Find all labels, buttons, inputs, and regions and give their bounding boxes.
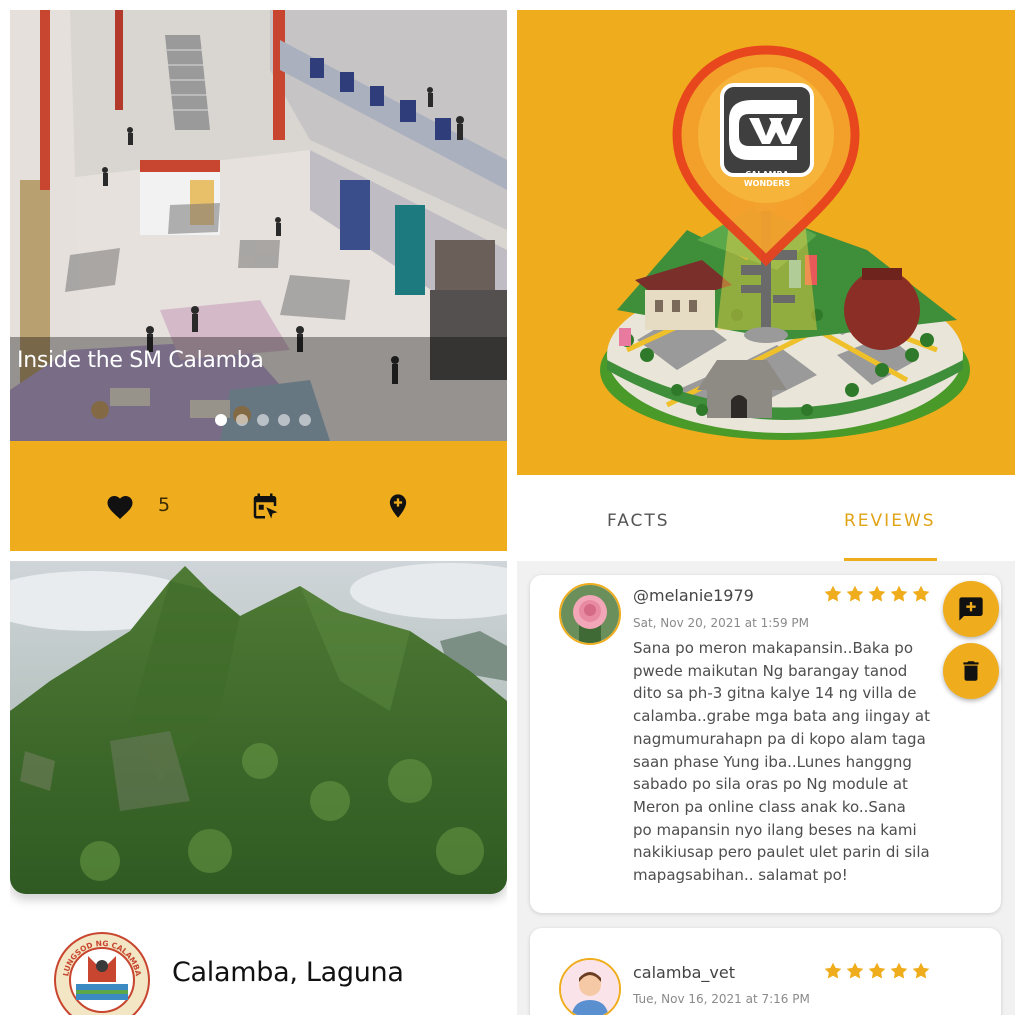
place-name: Calamba, Laguna	[172, 957, 404, 988]
carousel-caption: Inside the SM Calamba	[17, 348, 264, 373]
review-text-line: nagmumurahapn pa di kopo alam taga	[633, 729, 926, 748]
tab-reviews[interactable]: REVIEWS	[844, 511, 936, 531]
carousel-dot[interactable]	[299, 414, 311, 426]
carousel-dot[interactable]	[257, 414, 269, 426]
star-icon	[890, 962, 908, 979]
star-rating	[823, 584, 931, 604]
calamba-wonders-map-illustration: CALAMBA WONDERS	[600, 45, 970, 440]
review-text-line: dito sa ph-3 gitna kalye 14 ng villa de	[633, 684, 917, 703]
mountain-photo[interactable]	[10, 561, 507, 894]
carousel-indicator	[215, 414, 311, 426]
review-text-line: sabado po sila oras po Ng module at	[633, 775, 908, 794]
logo-text-bottom: WONDERS	[744, 179, 791, 188]
carousel-dot[interactable]	[215, 414, 227, 426]
review-card: @melanie1979 Sat, Nov 20, 2021 at 1:59 P…	[530, 575, 1001, 913]
review-text-line: nakikiusap pero paulet ulet parin di sil…	[633, 843, 930, 862]
star-icon	[868, 962, 886, 979]
star-icon	[846, 585, 864, 602]
review-text-line: saan phase Yung iba..Lunes hanggng	[633, 752, 912, 771]
trash-icon	[963, 661, 979, 681]
add-location-icon[interactable]	[384, 491, 412, 521]
star-rating	[823, 961, 931, 981]
star-icon	[824, 585, 842, 602]
star-icon	[912, 962, 930, 979]
like-count: 5	[158, 494, 171, 516]
tab-facts[interactable]: FACTS	[607, 511, 670, 531]
reviewer-username: calamba_vet	[633, 963, 735, 982]
add-comment-icon	[959, 597, 983, 621]
tab-bar: FACTS REVIEWS	[517, 475, 1015, 561]
star-icon	[912, 585, 930, 602]
carousel-dot[interactable]	[278, 414, 290, 426]
calendar-icon[interactable]	[250, 491, 280, 521]
review-text-line: calamba..grabe mga bata ang iingay at	[633, 707, 930, 726]
review-text-line: Meron pa online class anak ko..Sana	[633, 797, 906, 816]
reviewer-avatar	[559, 583, 621, 645]
active-tab-indicator	[844, 558, 937, 561]
app-header-illustration: CALAMBA WONDERS	[517, 10, 1015, 475]
add-review-button[interactable]	[943, 581, 999, 637]
reviewer-avatar	[559, 958, 621, 1015]
place-card: LUNGSOD NG CALAMBA Calamba, Laguna	[10, 561, 507, 1015]
reviews-screen: FACTS REVIEWS @melanie1979 Sat, Nov 20, …	[517, 475, 1015, 1015]
reviewer-username: @melanie1979	[633, 586, 754, 605]
star-icon	[824, 962, 842, 979]
carousel-dot[interactable]	[236, 414, 248, 426]
review-date: Sat, Nov 20, 2021 at 1:59 PM	[633, 616, 810, 630]
star-icon	[890, 585, 908, 602]
review-card: calamba_vet Tue, Nov 16, 2021 at 7:16 PM	[530, 928, 1001, 1015]
logo-text-top: CALAMBA	[745, 170, 789, 179]
review-text: Sana po meron makapansin..Baka po pwede …	[633, 637, 978, 887]
calamba-seal-logo: LUNGSOD NG CALAMBA	[54, 932, 150, 1015]
review-text-line: pwede maikutan Ng barangay tanod	[633, 661, 908, 680]
review-text-line: po mapansin nyo ilang beses na kami	[633, 820, 917, 839]
review-text-line: Sana po meron makapansin..Baka po	[633, 639, 914, 657]
mall-card: Inside the SM Calamba 5	[10, 10, 507, 551]
delete-review-button[interactable]	[943, 643, 999, 699]
heart-icon[interactable]	[105, 492, 135, 520]
review-date: Tue, Nov 16, 2021 at 7:16 PM	[633, 992, 810, 1006]
screenshot-collage: Inside the SM Calamba 5 CALAMBA WONDERS …	[0, 0, 1024, 1024]
review-text-line: mapagsabihan.. salamat po!	[633, 866, 848, 885]
star-icon	[846, 962, 864, 979]
star-icon	[868, 585, 886, 602]
